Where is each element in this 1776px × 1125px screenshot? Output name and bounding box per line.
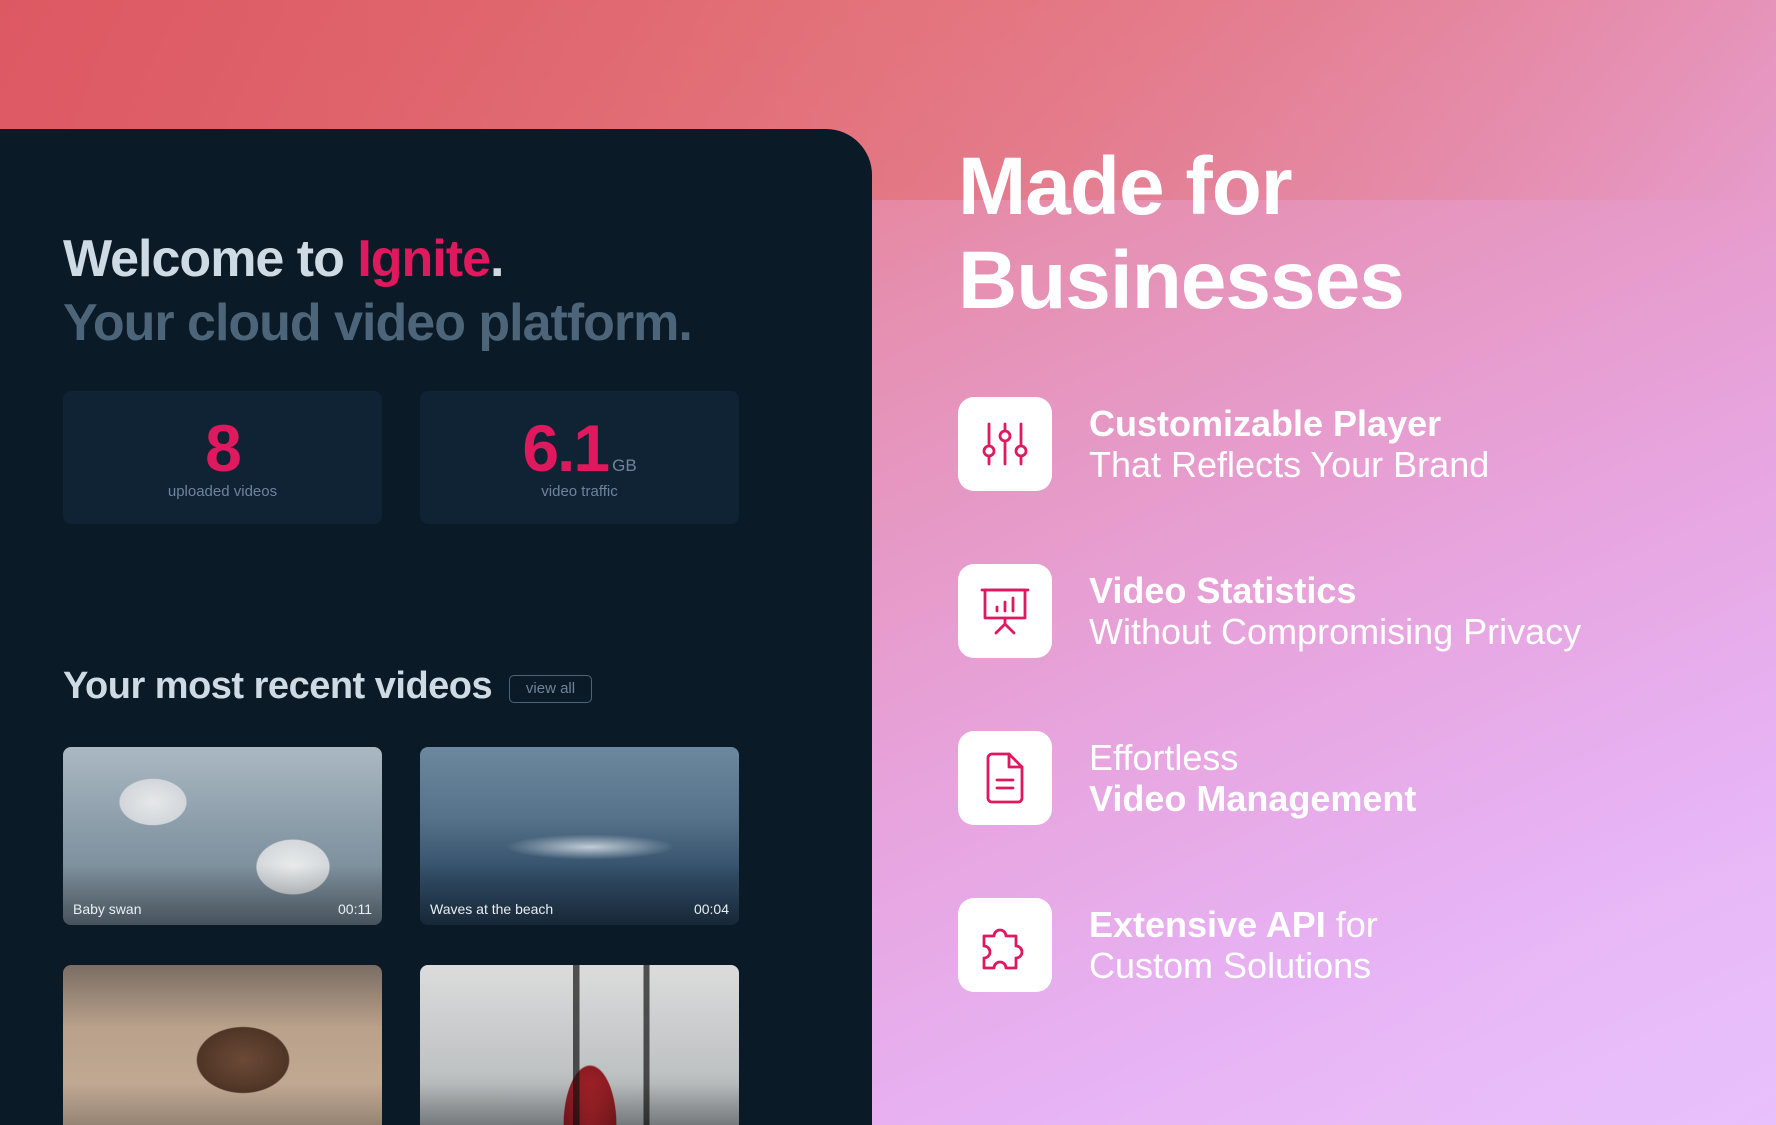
feature-video-management: Effortless Video Management	[958, 731, 1678, 825]
stat-unit: GB	[612, 456, 637, 475]
welcome-prefix: Welcome to	[63, 230, 358, 288]
view-all-button[interactable]: view all	[509, 675, 592, 703]
stat-card-traffic: 6.1 GB video traffic	[420, 391, 739, 524]
video-duration: 00:11	[338, 901, 372, 917]
feature-video-statistics: Video Statistics Without Compromising Pr…	[958, 564, 1678, 658]
video-card-baby-swan[interactable]: Baby swan 00:11	[63, 747, 382, 925]
presentation-chart-icon	[958, 564, 1052, 658]
video-card-waves[interactable]: Waves at the beach 00:04	[420, 747, 739, 925]
feature-customizable-player: Customizable Player That Reflects Your B…	[958, 397, 1678, 491]
feature-title-suffix: for	[1325, 904, 1378, 945]
stat-value: 6.1	[522, 411, 610, 485]
stat-card-uploads: 8 uploaded videos	[63, 391, 382, 524]
welcome-suffix: .	[490, 230, 504, 288]
video-duration: 00:04	[693, 901, 729, 917]
feature-title: Customizable Player	[1089, 403, 1442, 444]
puzzle-icon	[958, 898, 1052, 992]
brand-name: Ignite	[357, 230, 491, 288]
stat-caption: uploaded videos	[167, 483, 278, 500]
video-card-office[interactable]	[420, 965, 739, 1125]
feature-subtitle: That Reflects Your Brand	[1089, 444, 1490, 485]
welcome-subtitle: Your cloud video platform.	[63, 294, 693, 352]
sliders-icon	[958, 397, 1052, 491]
video-title: Baby swan	[73, 901, 142, 917]
feature-title: Video Management	[1089, 778, 1417, 819]
dashboard-panel: Welcome to Ignite. Your cloud video plat…	[0, 129, 872, 1125]
feature-subtitle: Without Compromising Privacy	[1089, 611, 1582, 652]
feature-extensive-api: Extensive API for Custom Solutions	[958, 898, 1678, 992]
recent-videos-title: Your most recent videos	[63, 665, 493, 707]
feature-title: Video Statistics	[1089, 570, 1357, 611]
document-icon	[958, 731, 1052, 825]
stat-caption: video traffic	[541, 483, 618, 500]
stat-value: 8	[205, 411, 242, 485]
hero-line-2: Businesses	[958, 235, 1405, 326]
welcome-heading: Welcome to Ignite. Your cloud video plat…	[63, 227, 693, 355]
hero-headline: Made for Businesses	[958, 140, 1405, 328]
feature-title: Extensive API	[1089, 904, 1326, 945]
feature-subtitle: Custom Solutions	[1089, 945, 1372, 986]
video-title: Waves at the beach	[430, 901, 554, 917]
feature-subtitle: Effortless	[1089, 737, 1239, 778]
hero-line-1: Made for	[958, 141, 1293, 232]
video-card-chicken[interactable]	[63, 965, 382, 1125]
